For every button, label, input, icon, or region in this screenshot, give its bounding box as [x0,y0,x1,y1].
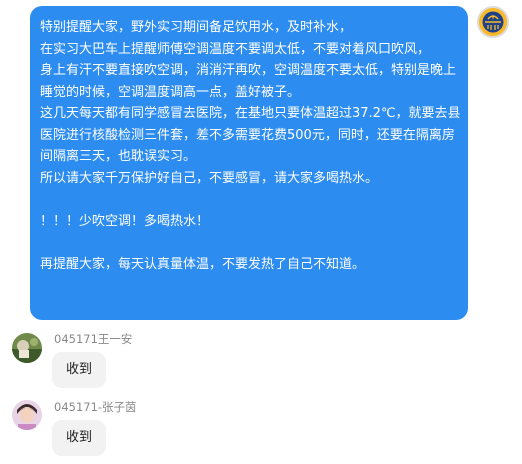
self-avatar[interactable] [477,6,509,38]
sender-name: 045171-张子茵 [54,400,137,414]
incoming-message-bubble[interactable]: 收到 [52,352,107,388]
sender-name: 045171王一安 [54,332,133,346]
message-blank-line [40,232,458,254]
message-line: 身上有汗不要直接吹空调，消消汗再吹，空调温度不要太低，特别是晚上 [40,63,457,78]
message-line: 间隔离三天，也耽误实习。 [40,149,197,164]
warriors-logo-icon [479,8,507,36]
photo-avatar-icon [12,400,42,430]
message-line: 在实习大巴车上提醒师傅空调温度不要调太低，不要对着风口吹风， [40,41,431,57]
message-blank-line [40,189,458,211]
message-line: 所以请大家千万保护好自己，不要感冒，请大家多喝热水。 [40,170,379,186]
chat-window: 特别提醒大家，野外实习期间备足饮用水，及时补水， 在实习大巴车上提醒师傅空调温度… [0,0,522,464]
message-line: 医院进行核酸检测三件套，差不多需要花费500元，同时，还要在隔离房 [40,127,455,143]
user-avatar-zhang[interactable] [12,400,42,430]
outgoing-message-bubble[interactable]: 特别提醒大家，野外实习期间备足饮用水，及时补水， 在实习大巴车上提醒师傅空调温度… [30,6,468,320]
message-line: ！！！少吹空调！多喝热水！ [40,213,210,229]
incoming-message-bubble[interactable]: 收到 [52,420,107,456]
photo-avatar-icon [12,333,42,363]
message-line: 再提醒大家，每天认真量体温，不要发热了自己不知道。 [40,256,366,272]
message-line: 特别提醒大家，野外实习期间备足饮用水，及时补水， [40,20,353,35]
message-line: 睡觉的时候，空调温度调高一点，盖好被子。 [40,84,301,100]
user-avatar-wang[interactable] [12,333,42,363]
message-line: 这几天每天都有同学感冒去医院，在基地只要体温超过37.2℃，就要去县 [40,106,461,121]
